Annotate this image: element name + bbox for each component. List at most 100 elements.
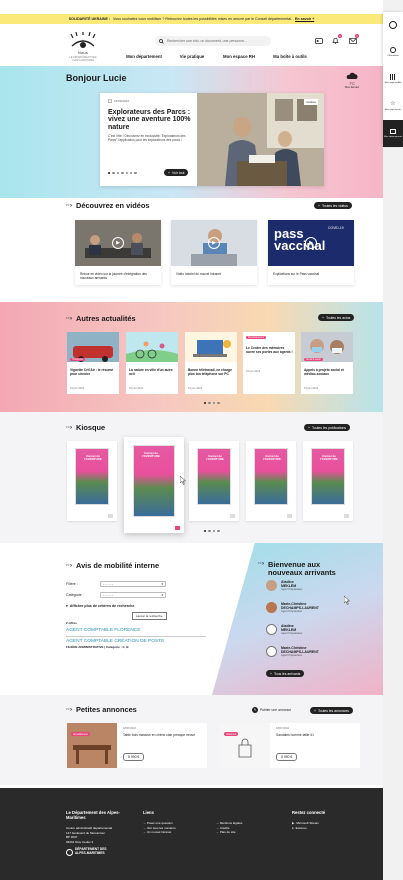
- publish-ad-link[interactable]: ✎ Publier une annonce: [252, 707, 291, 713]
- carousel-dot[interactable]: [134, 172, 137, 175]
- carousel-dot[interactable]: [116, 172, 120, 175]
- hero-card[interactable]: 15/09/2022 Explorateurs des Parcs : vive…: [100, 93, 324, 186]
- search-placeholder: Rechercher une info, un document, une pe…: [167, 39, 247, 43]
- new-arrival[interactable]: Marie-Christine DECHAMPS-LAURENT Agent Pré…: [266, 646, 319, 664]
- category-select[interactable]: - - - - - - ▾: [100, 592, 166, 598]
- publication-card[interactable]: Carnet de l'AVENTURE: [67, 441, 117, 521]
- carousel-dot[interactable]: [129, 172, 133, 175]
- publication-card[interactable]: Carnet de l'AVENTURE: [303, 441, 353, 521]
- cover-title: Carnet de l'AVENTURE: [320, 454, 338, 462]
- sidebar-profile[interactable]: [383, 12, 403, 39]
- ad-image: [67, 723, 117, 768]
- filiere-select[interactable]: - - - - - - ▾: [100, 581, 166, 587]
- carousel-dot[interactable]: [217, 530, 220, 533]
- id-card-icon[interactable]: [314, 36, 323, 45]
- more-filters-toggle[interactable]: ▾ Afficher plus de critères de recherche: [66, 604, 134, 608]
- download-icon[interactable]: [175, 526, 180, 530]
- carousel-dot[interactable]: [212, 530, 216, 533]
- footer-link[interactable]: → Plan du site: [216, 830, 242, 835]
- all-arrivals-button[interactable]: + Tous les arrivants: [266, 670, 305, 677]
- publication-card[interactable]: Carnet de l'AVENTURE: [189, 441, 239, 521]
- footer-address-line: 06201 Nice Cedex 3: [66, 839, 94, 844]
- nav-boite-outils[interactable]: Ma boîte à outils: [264, 54, 316, 59]
- job-link[interactable]: AGENT COMPTABLE FLORENCE: [66, 628, 140, 633]
- carousel-dot[interactable]: [108, 172, 111, 175]
- search-input[interactable]: Rechercher une info, un document, une pe…: [155, 36, 271, 46]
- all-publications-label: Toutes les publications: [311, 425, 347, 430]
- banner-link[interactable]: En savoir +: [295, 17, 314, 21]
- nav-vie-pratique[interactable]: Vie pratique: [170, 54, 214, 59]
- news-card[interactable]: Bonne télétravail, ne charge plus ton té…: [185, 332, 237, 394]
- new-arrival[interactable]: Marie-Christine DECHAMPS-LAURENT Agent Pré…: [266, 602, 319, 620]
- main-nav: Mon département Vie pratique Mon espace …: [118, 54, 316, 59]
- videos-heading: ··› Découvrez en vidéos: [66, 201, 150, 210]
- publication-card[interactable]: Carnet de l'AVENTURE: [246, 441, 296, 521]
- play-icon[interactable]: ▶: [305, 237, 317, 249]
- news-thumb: [126, 332, 178, 362]
- carousel-dot[interactable]: [112, 172, 115, 175]
- all-ads-button[interactable]: + Toutes les annonces: [310, 707, 353, 714]
- kiosk-title: Kiosque: [76, 423, 106, 432]
- carousel-dot[interactable]: [217, 402, 220, 405]
- video-card[interactable]: pass vaccinal COVID-19 ▶ Explications su…: [268, 220, 354, 285]
- carousel-dot[interactable]: [208, 402, 211, 405]
- all-news-label: Toutes les actus: [325, 315, 351, 320]
- play-icon[interactable]: ▶: [208, 237, 220, 249]
- all-arrivals-label: Tous les arrivants: [273, 671, 301, 676]
- download-icon[interactable]: [230, 514, 235, 518]
- ad-image: [220, 723, 270, 768]
- play-icon[interactable]: ▶: [112, 237, 124, 249]
- extenso-link[interactable]: ê Extenso: [292, 826, 325, 831]
- logo[interactable]: Nous LE DÉPARTEMENT DES ALPES-MARITIMES: [66, 30, 100, 62]
- nav-mon-departement[interactable]: Mon département: [118, 54, 170, 59]
- news-card[interactable]: Social & santé Appels à projets social e…: [301, 332, 353, 394]
- see-all-button[interactable]: + Voir tout: [164, 169, 189, 176]
- new-arrival[interactable]: Aladine MEKLEM Agent Préparateur: [266, 580, 302, 598]
- bikes-illustration: [126, 332, 178, 362]
- nav-espace-rh[interactable]: Mon espace RH: [214, 54, 264, 59]
- ad-date: 18/07/2022: [276, 727, 289, 730]
- sidebar-item-abonnements[interactable]: Mes abonnements: [383, 120, 403, 147]
- carousel-dot[interactable]: [204, 402, 207, 405]
- ad-card[interactable]: Vêtement 18/07/2022 Sandales homme taill…: [220, 723, 360, 768]
- carousel-dot[interactable]: [121, 172, 124, 175]
- publication-cover: Carnet de l'AVENTURE: [197, 448, 231, 505]
- job-link[interactable]: AGENT COMPTABLE CRÉATION DE POSTE: [66, 639, 164, 644]
- sidebar-item-chronotime[interactable]: Chronotime: [383, 39, 403, 66]
- pencil-icon: ✎: [252, 707, 258, 713]
- ad-title: Sandales homme taille 41: [276, 733, 314, 737]
- video-caption: Retour en vidéo sur la journée d'intégra…: [80, 272, 147, 280]
- footer-link-text: Un nouvel intranet: [146, 830, 172, 835]
- all-videos-button[interactable]: + Toutes les vidéos: [314, 202, 352, 209]
- carousel-dot[interactable]: [208, 530, 211, 533]
- video-caption: Vidéo tutoriel du nouvel Intranet: [176, 272, 221, 276]
- right-sidebar: Chronotime Mon appli mobile ☆ Mon appli …: [383, 12, 403, 147]
- video-card[interactable]: ▶ Retour en vidéo sur la journée d'intég…: [75, 220, 161, 285]
- new-arrival[interactable]: Aladine MEKLEM Agent Préparateur: [266, 624, 302, 642]
- footer-link[interactable]: → Un nouvel intranet: [143, 830, 176, 835]
- footer-logo[interactable]: DÉPARTEMENT DES ALPES-MARITIMES: [66, 848, 136, 856]
- news-title: Vignette Crit'Air : le résumé pour circu…: [70, 368, 114, 376]
- carousel-dot[interactable]: [212, 402, 216, 405]
- carousel-dot[interactable]: [125, 172, 128, 175]
- news-card[interactable]: Transports Vignette Crit'Air : le résumé…: [67, 332, 119, 394]
- video-card[interactable]: ▶ Vidéo tutoriel du nouvel Intranet: [171, 220, 257, 285]
- news-card[interactable]: Développement Le Centre des mémoires ouv…: [243, 332, 295, 394]
- download-icon[interactable]: [108, 514, 113, 518]
- download-icon[interactable]: [344, 514, 349, 518]
- carousel-dot[interactable]: [204, 530, 207, 533]
- all-publications-button[interactable]: + Toutes les publications: [304, 424, 351, 431]
- search-button[interactable]: Lancer la recherche: [132, 612, 167, 620]
- sidebar-item-favoris[interactable]: ☆ Mon appli favoris: [383, 93, 403, 120]
- download-icon[interactable]: [287, 514, 292, 518]
- publication-card-featured[interactable]: Carnet de l'AVENTURE: [124, 437, 184, 533]
- bell-icon[interactable]: 1: [331, 34, 342, 45]
- all-news-button[interactable]: + Toutes les actus: [318, 314, 355, 321]
- mail-icon[interactable]: 3: [348, 34, 359, 45]
- sidebar-item-mobile[interactable]: Mon appli mobile: [383, 66, 403, 93]
- footer-department: Le Département des Alpes-Maritimes Centr…: [66, 810, 136, 856]
- hero-date: 15/09/2022: [108, 99, 129, 103]
- news-card[interactable]: La nature en ville d'un autre oeil 15 ju…: [126, 332, 178, 394]
- cover-title: Carnet de l'AVENTURE: [142, 451, 160, 459]
- ad-card[interactable]: Ameublement 18/07/2022 Table bois massiv…: [67, 723, 207, 768]
